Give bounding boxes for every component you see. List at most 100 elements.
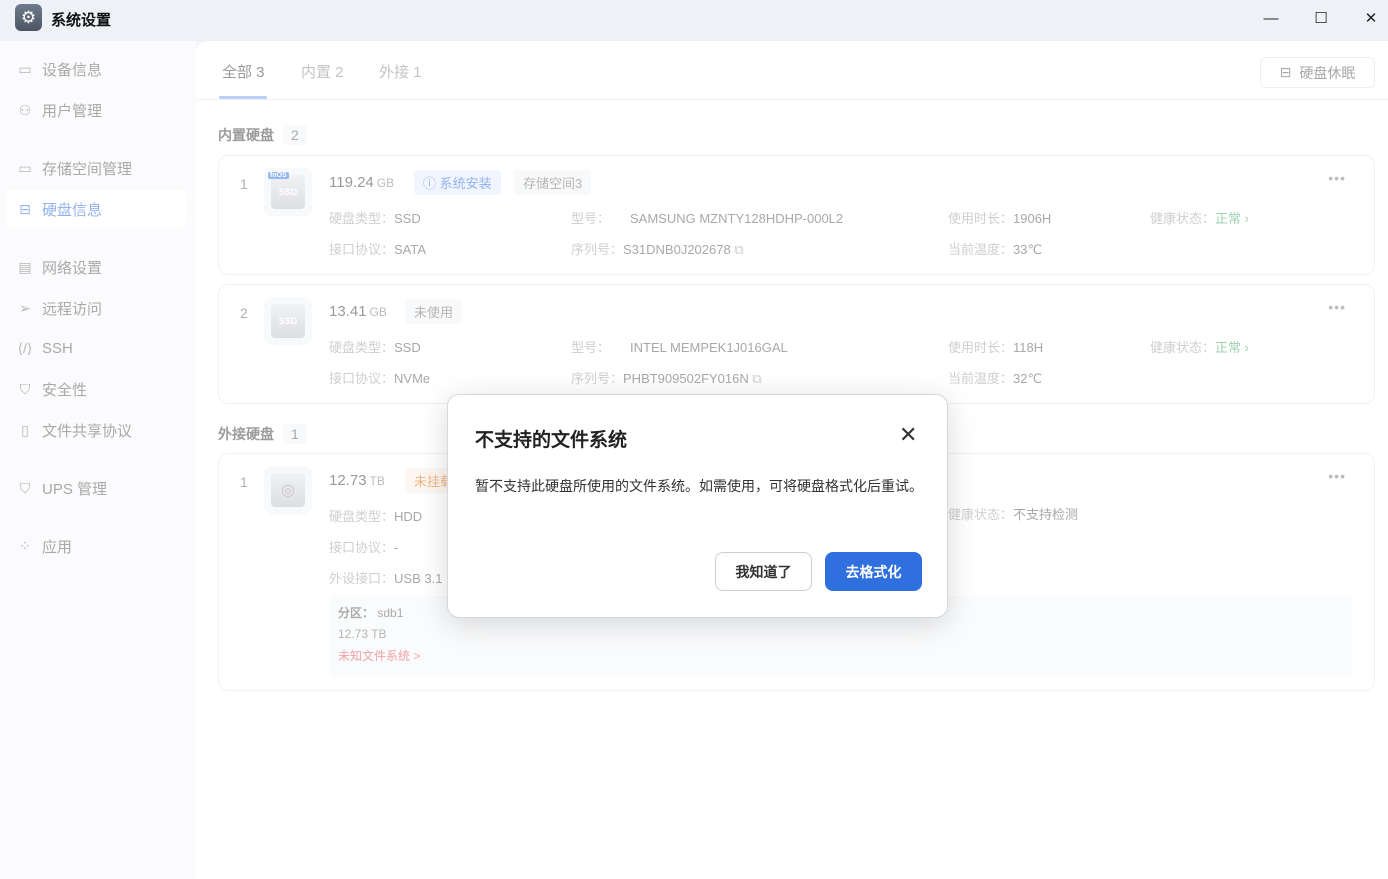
field-value: SATA — [394, 242, 427, 257]
partition-size: 12.73 TB — [338, 627, 387, 641]
sidebar-item-users[interactable]: ⚇ 用户管理 — [6, 91, 187, 129]
field-value: SAMSUNG MZNTY128HDHP-000L2 — [630, 211, 844, 226]
code-icon: ⟨/⟩ — [17, 339, 33, 356]
capacity-value: 12.73 — [329, 472, 367, 489]
field-label: 硬盘类型： — [329, 509, 395, 524]
network-icon: ▤ — [18, 258, 32, 275]
sidebar-item-label: 设备信息 — [42, 61, 103, 79]
unknown-filesystem-link[interactable]: 未知文件系统 > — [338, 647, 1343, 664]
dialog-message: 暂不支持此硬盘所使用的文件系统。如需使用，可将硬盘格式化后重试。 — [475, 478, 923, 494]
sidebar-item-label: 硬盘信息 — [42, 201, 103, 219]
disk-capacity: 119.24 GB — [329, 174, 394, 191]
os-badge: fnOS — [268, 172, 289, 179]
disk-health: 健康状态：不支持检测 — [948, 504, 1078, 523]
chevron-right-icon: › — [1244, 211, 1249, 226]
field-label: 健康状态： — [1150, 211, 1216, 226]
close-window-button[interactable]: ✕ — [1356, 6, 1386, 30]
ssd-icon: SSD — [264, 297, 312, 345]
field-label: 接口协议： — [329, 371, 395, 386]
disk-health[interactable]: 健康状态：正常 › — [1150, 337, 1249, 356]
disk-icon: ⊟ — [19, 200, 31, 217]
acknowledge-button[interactable]: 我知道了 — [715, 552, 812, 591]
minimize-button[interactable]: — — [1256, 6, 1286, 30]
sidebar-item-label: 应用 — [42, 538, 73, 556]
field-label: 序列号： — [571, 242, 624, 257]
tab-external[interactable]: 外接 1 — [379, 61, 422, 82]
disk-index: 1 — [240, 474, 248, 490]
field-value: HDD — [394, 509, 423, 524]
shield-icon: ⛉ — [19, 380, 31, 397]
format-button[interactable]: 去格式化 — [825, 552, 922, 591]
sidebar-item-remote[interactable]: ➢ 远程访问 — [6, 289, 187, 327]
tag-label: 系统安装 — [439, 176, 492, 191]
disk-health[interactable]: 健康状态：正常 › — [1150, 208, 1249, 227]
sidebar-item-disk-info[interactable]: ⊟ 硬盘信息 — [6, 190, 187, 228]
disk-icon-label: SSD — [278, 316, 298, 326]
section-count: 2 — [283, 125, 307, 145]
disk-type: 硬盘类型：SSD — [329, 208, 421, 227]
title-bar: ⚙ 系统设置 — ☐ ✕ — [0, 0, 1388, 41]
section-title: 外接硬盘 — [218, 426, 274, 442]
unsupported-fs-dialog: 不支持的文件系统 ✕ 暂不支持此硬盘所使用的文件系统。如需使用，可将硬盘格式化后… — [447, 394, 948, 618]
close-icon[interactable]: ✕ — [899, 422, 917, 448]
storage-pool-tag: 存储空间3 — [514, 170, 592, 195]
disk-model: 型号： SAMSUNG MZNTY128HDHP-000L2 — [571, 208, 843, 227]
disk-temp: 当前温度：33℃ — [948, 239, 1042, 258]
disk-card[interactable]: 2 SSD 13.41 GB 未使用 ••• 硬盘类型：SSD 接口协议：NVMe… — [218, 284, 1375, 404]
sidebar-item-apps[interactable]: ⁘ 应用 — [6, 527, 187, 565]
tab-internal[interactable]: 内置 2 — [301, 61, 344, 82]
sidebar: ▭ 设备信息 ⚇ 用户管理 ▭ 存储空间管理 ⊟ 硬盘信息 ▤ 网络设置 ➢ 远程访问 ⟨/… — [0, 41, 196, 879]
sidebar-item-label: SSH — [42, 339, 73, 357]
ssd-icon: fnOS SSD — [264, 168, 312, 216]
disk-hours: 使用时长：118H — [948, 337, 1043, 356]
field-label: 当前温度： — [948, 242, 1014, 257]
sidebar-item-ups[interactable]: ⛉ UPS 管理 — [6, 469, 187, 507]
disk-protocol: 接口协议：SATA — [329, 239, 426, 258]
field-label: 接口协议： — [329, 540, 395, 555]
field-label: 使用时长： — [948, 211, 1014, 226]
disk-icon-label: SSD — [278, 187, 298, 197]
field-value: NVMe — [394, 371, 431, 386]
sidebar-item-ssh[interactable]: ⟨/⟩ SSH — [6, 329, 187, 367]
capacity-unit: GB — [369, 305, 387, 319]
capacity-unit: GB — [376, 176, 395, 190]
disk-serial: 序列号：S31DNB0J202678 ⧉ — [571, 239, 744, 258]
field-value: S31DNB0J202678 — [623, 242, 731, 257]
field-value: USB 3.1 — [394, 571, 443, 586]
apps-icon: ⁘ — [19, 537, 31, 554]
sidebar-item-network[interactable]: ▤ 网络设置 — [6, 248, 187, 286]
more-icon[interactable]: ••• — [1328, 170, 1346, 186]
sidebar-item-device-info[interactable]: ▭ 设备信息 — [6, 50, 187, 88]
disk-index: 1 — [240, 176, 248, 192]
sidebar-item-label: 文件共享协议 — [42, 422, 133, 440]
copy-icon[interactable]: ⧉ — [752, 371, 761, 386]
copy-icon[interactable]: ⧉ — [734, 242, 743, 257]
storage-icon: ▭ — [18, 159, 32, 176]
field-label: 分区： — [338, 606, 375, 620]
sidebar-item-storage[interactable]: ▭ 存储空间管理 — [6, 149, 187, 187]
field-label: 硬盘类型： — [329, 340, 395, 355]
disk-serial: 序列号：PHBT909502FY016N ⧉ — [571, 368, 762, 387]
disk-index: 2 — [240, 305, 248, 321]
field-label: 健康状态： — [948, 507, 1014, 522]
disk-card[interactable]: 1 fnOS SSD 119.24 GB ⓘ 系统安装 存储空间3 ••• 硬盘类型… — [218, 155, 1375, 275]
maximize-button[interactable]: ☐ — [1306, 6, 1336, 30]
field-value: PHBT909502FY016N — [623, 371, 749, 386]
chevron-right-icon: › — [1244, 340, 1249, 355]
field-label: 使用时长： — [948, 340, 1014, 355]
capacity-value: 119.24 — [329, 174, 374, 191]
field-label: 健康状态： — [1150, 340, 1216, 355]
tab-all[interactable]: 全部 3 — [222, 61, 265, 82]
divider — [196, 99, 1388, 100]
disk-temp: 当前温度：32℃ — [948, 368, 1042, 387]
field-value: 33℃ — [1013, 242, 1043, 257]
sidebar-item-file-sharing[interactable]: ▯ 文件共享协议 — [6, 411, 187, 449]
more-icon[interactable]: ••• — [1328, 468, 1346, 484]
field-label: 接口协议： — [329, 242, 395, 257]
sidebar-item-security[interactable]: ⛉ 安全性 — [6, 370, 187, 408]
disk-sleep-button[interactable]: ⊟ 硬盘休眠 — [1260, 57, 1375, 88]
disk-protocol: 接口协议：NVMe — [329, 368, 430, 387]
field-value: SSD — [394, 340, 421, 355]
disk-port: 外设接口：USB 3.1 — [329, 568, 442, 587]
more-icon[interactable]: ••• — [1328, 299, 1346, 315]
